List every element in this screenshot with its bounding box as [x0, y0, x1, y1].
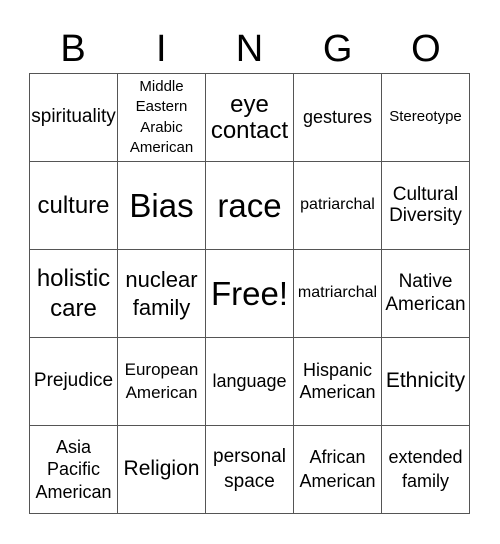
- header-letter-b: B: [60, 28, 86, 70]
- bingo-cell[interactable]: Stereotype: [382, 74, 470, 162]
- bingo-cell[interactable]: nuclear family: [118, 250, 206, 338]
- bingo-cell[interactable]: Prejudice: [30, 338, 118, 426]
- bingo-cell[interactable]: Hispanic American: [294, 338, 382, 426]
- bingo-cell[interactable]: European American: [118, 338, 206, 426]
- header-letter-n: N: [235, 28, 264, 70]
- bingo-cell[interactable]: extended family: [382, 426, 470, 514]
- bingo-cell[interactable]: language: [206, 338, 294, 426]
- bingo-cell[interactable]: race: [206, 162, 294, 250]
- bingo-cell[interactable]: Religion: [118, 426, 206, 514]
- bingo-cell[interactable]: matriarchal: [294, 250, 382, 338]
- bingo-cell[interactable]: Cultural Diversity: [382, 162, 470, 250]
- bingo-cell[interactable]: Asia Pacific American: [30, 426, 118, 514]
- bingo-cell[interactable]: personal space: [206, 426, 294, 514]
- bingo-cell[interactable]: Bias: [118, 162, 206, 250]
- bingo-cell[interactable]: Middle Eastern Arabic American: [118, 74, 206, 162]
- header-letter-i: I: [156, 28, 167, 70]
- bingo-cell[interactable]: Native American: [382, 250, 470, 338]
- bingo-cell[interactable]: eye contact: [206, 74, 294, 162]
- bingo-cell[interactable]: African American: [294, 426, 382, 514]
- bingo-cell[interactable]: gestures: [294, 74, 382, 162]
- bingo-card: spirituality Middle Eastern Arabic Ameri…: [29, 73, 470, 514]
- bingo-cell[interactable]: spirituality: [30, 74, 118, 162]
- bingo-cell[interactable]: patriarchal: [294, 162, 382, 250]
- bingo-cell[interactable]: Ethnicity: [382, 338, 470, 426]
- free-space[interactable]: Free!: [206, 250, 294, 338]
- bingo-header: B I N G O: [29, 27, 470, 71]
- bingo-cell[interactable]: holistic care: [30, 250, 118, 338]
- header-letter-g: G: [322, 28, 353, 70]
- header-letter-o: O: [411, 28, 441, 70]
- bingo-cell[interactable]: culture: [30, 162, 118, 250]
